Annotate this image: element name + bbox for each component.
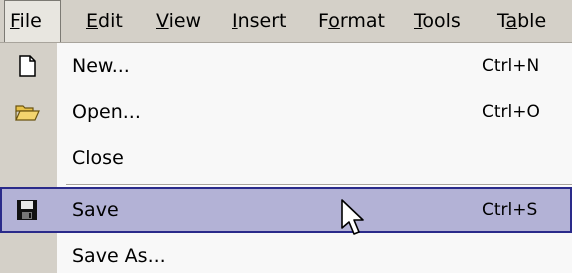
new-document-icon (14, 54, 40, 78)
menu-insert[interactable]: Insert (232, 0, 287, 42)
menu-format[interactable]: Format (318, 0, 385, 42)
menu-item-label: Close (72, 147, 124, 169)
menu-view[interactable]: View (156, 0, 201, 42)
menu-item-save[interactable]: Save Ctrl+S (0, 187, 572, 233)
menu-item-save-as[interactable]: Save As... (0, 233, 572, 273)
menu-tools[interactable]: Tools (414, 0, 461, 42)
menu-item-open[interactable]: Open... Ctrl+O (0, 89, 572, 135)
menu-file[interactable]: File (4, 0, 61, 42)
file-menu-dropdown: New... Ctrl+N Open... Ctrl+O Close Save … (0, 43, 572, 273)
floppy-disk-icon (14, 198, 40, 222)
menu-table[interactable]: Table (497, 0, 546, 42)
menu-item-label: Open... (72, 101, 141, 123)
menu-item-shortcut: Ctrl+N (482, 56, 540, 76)
menu-item-shortcut: Ctrl+S (482, 200, 538, 220)
menu-bar: File Edit View Insert Format Tools Table (0, 0, 572, 43)
menu-item-label: Save (72, 199, 119, 221)
menu-item-shortcut: Ctrl+O (482, 102, 540, 122)
menu-item-new[interactable]: New... Ctrl+N (0, 43, 572, 89)
menu-item-label: New... (72, 55, 130, 77)
menu-edit[interactable]: Edit (86, 0, 123, 42)
open-folder-icon (14, 100, 40, 124)
menu-item-label: Save As... (72, 245, 166, 267)
arrow-cursor-icon (340, 198, 370, 242)
application-window: File Edit View Insert Format Tools Table… (0, 0, 572, 273)
menu-item-close[interactable]: Close (0, 135, 572, 181)
menu-separator (66, 184, 572, 186)
